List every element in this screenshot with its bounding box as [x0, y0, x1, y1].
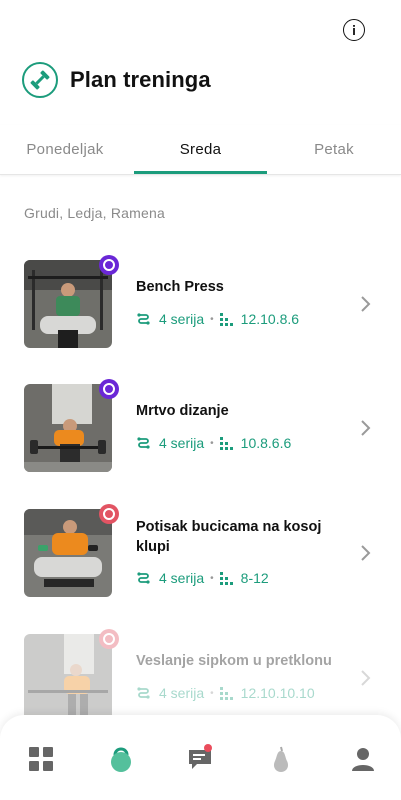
exercise-meta: 4 serija • 12.10.10.10: [136, 685, 315, 701]
dumbbell-icon: [22, 62, 58, 98]
chevron-right-icon: [361, 670, 371, 686]
sets-icon: [137, 686, 150, 699]
exercise-name: Bench Press: [136, 279, 224, 295]
day-tabs: Ponedeljak Sreda Petak: [0, 125, 401, 175]
exercise-thumbnail: [24, 260, 112, 348]
chevron-right-icon: [361, 296, 371, 312]
exercise-name: Mrtvo dizanje: [136, 403, 229, 419]
bottom-navigation: [0, 715, 401, 800]
exercise-meta: 4 serija • 12.10.8.6: [136, 311, 299, 327]
tab-ponedeljak[interactable]: Ponedeljak: [0, 125, 130, 173]
sets-icon: [137, 571, 150, 584]
exercise-name: Potisak bucicama na kosoj klupi: [136, 519, 322, 555]
status-badge: [99, 629, 119, 649]
exercise-thumbnail: [24, 384, 112, 472]
kettlebell-icon[interactable]: [107, 745, 135, 773]
sets-icon: [137, 312, 150, 325]
exercise-item[interactable]: Mrtvo dizanje 4 serija • 10.8.6.6: [0, 379, 401, 484]
page-header: Plan treninga: [22, 62, 211, 98]
info-icon: [353, 25, 355, 35]
reps-icon: [219, 686, 233, 700]
exercise-sets: 4 serija: [159, 311, 205, 327]
exercise-sets: 4 serija: [159, 685, 205, 701]
exercise-name: Veslanje sipkom u pretklonu: [136, 653, 332, 669]
exercise-thumbnail: [24, 509, 112, 597]
dashboard-icon[interactable]: [27, 745, 55, 773]
exercise-reps: 12.10.8.6: [240, 311, 300, 327]
notification-dot: [204, 744, 212, 752]
tab-sreda[interactable]: Sreda: [134, 125, 267, 174]
profile-icon[interactable]: [349, 745, 377, 773]
sets-icon: [137, 436, 150, 449]
pear-icon[interactable]: [267, 745, 295, 773]
tab-petak[interactable]: Petak: [267, 125, 401, 173]
chat-icon[interactable]: [186, 744, 214, 773]
status-badge: [99, 504, 119, 524]
exercise-reps: 12.10.10.10: [240, 685, 315, 701]
exercise-reps: 8-12: [240, 570, 269, 586]
reps-icon: [219, 312, 233, 326]
reps-icon: [219, 436, 233, 450]
exercise-meta: 4 serija • 8-12: [136, 570, 269, 586]
exercise-sets: 4 serija: [159, 570, 205, 586]
exercise-sets: 4 serija: [159, 435, 205, 451]
info-button[interactable]: [343, 19, 365, 41]
page-title: Plan treninga: [70, 67, 211, 92]
status-badge: [99, 379, 119, 399]
exercise-meta: 4 serija • 10.8.6.6: [136, 435, 291, 451]
status-badge: [99, 255, 119, 275]
exercise-item[interactable]: Bench Press 4 serija • 12.10.8.6: [0, 255, 401, 360]
chevron-right-icon: [361, 420, 371, 436]
exercise-reps: 10.8.6.6: [240, 435, 292, 451]
reps-icon: [219, 571, 233, 585]
chevron-right-icon: [361, 545, 371, 561]
exercise-thumbnail: [24, 634, 112, 722]
muscle-groups-label: Grudi, Ledja, Ramena: [24, 205, 165, 221]
exercise-item[interactable]: Potisak bucicama na kosoj klupi 4 serija…: [0, 504, 401, 609]
